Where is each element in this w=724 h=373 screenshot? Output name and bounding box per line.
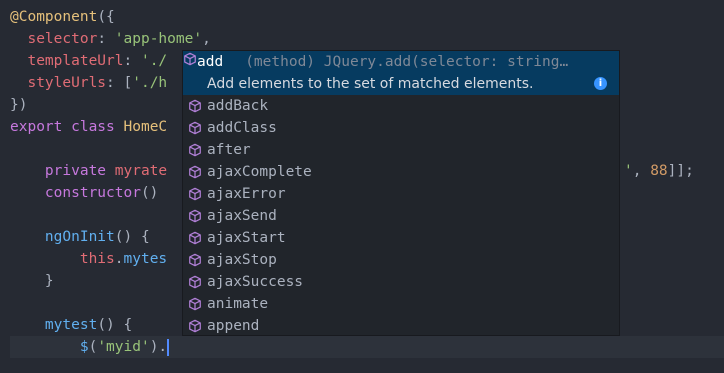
- suggest-list: addBack addClass after ajaxComplete ajaxErro…: [183, 95, 619, 335]
- code-token: mytest: [10, 317, 98, 333]
- code-line-11: ngOnInit() {: [10, 226, 150, 248]
- code-line-8-tail: ', 88]];: [624, 160, 694, 182]
- code-token: () {: [97, 317, 133, 333]
- code-token: class: [62, 119, 115, 135]
- suggest-item-label: addBack: [207, 98, 269, 114]
- method-cube-icon: [183, 231, 207, 245]
- code-token: 88: [650, 163, 668, 179]
- code-token: ': [624, 163, 633, 179]
- suggest-item-label: ajaxSuccess: [207, 274, 304, 290]
- suggest-item-label: ajaxStop: [207, 252, 277, 268]
- suggest-item[interactable]: ajaxStart: [183, 227, 619, 249]
- code-token: }: [10, 273, 54, 289]
- code-token: this: [10, 251, 115, 267]
- code-line-13: }: [10, 270, 54, 292]
- code-line-9: constructor(): [10, 182, 159, 204]
- code-token: ,: [632, 163, 651, 179]
- suggest-item-label: after: [207, 142, 251, 158]
- code-line-1: @Component({: [10, 6, 115, 28]
- code-line-6: export class HomeC: [10, 116, 167, 138]
- code-token: styleUrls: [10, 75, 107, 91]
- code-token: './: [140, 53, 168, 69]
- code-token: :: [97, 31, 115, 47]
- code-line-15: mytest() {: [10, 314, 132, 336]
- suggest-item[interactable]: addClass: [183, 117, 619, 139]
- code-token: : [: [106, 75, 133, 91]
- suggest-item[interactable]: append: [183, 315, 619, 335]
- code-token: export: [10, 119, 63, 135]
- method-cube-icon: [183, 143, 207, 157]
- code-token: mytes: [123, 251, 168, 267]
- suggest-item-detail: (method) JQuery.add(selector: string…: [245, 54, 569, 70]
- code-token: HomeC: [114, 119, 168, 135]
- suggest-item[interactable]: ajaxSuccess: [183, 271, 619, 293]
- code-token: selector: [10, 31, 98, 47]
- code-line-3: templateUrl: './: [10, 50, 167, 72]
- suggest-item[interactable]: ajaxSend: [183, 205, 619, 227]
- code-line-4: styleUrls: ['./h: [10, 72, 167, 94]
- code-line-8: private myrate: [10, 160, 167, 182]
- code-token: templateUrl: [10, 53, 124, 69]
- code-token: 'app-home': [114, 31, 203, 47]
- method-cube-icon: [183, 319, 207, 333]
- method-cube-icon: [183, 297, 207, 311]
- suggest-item-doc: Add elements to the set of matched eleme…: [207, 76, 534, 92]
- suggest-item-label: add: [197, 54, 224, 70]
- code-token: constructor: [10, 185, 141, 201]
- text-cursor: [167, 338, 170, 356]
- suggest-item-label: ajaxError: [207, 186, 286, 202]
- suggest-item-label: ajaxSend: [207, 208, 277, 224]
- method-cube-icon: [183, 253, 207, 267]
- suggest-item-label: animate: [207, 296, 269, 312]
- method-cube-icon: [183, 99, 207, 113]
- suggest-widget[interactable]: add (method) JQuery.add(selector: string…: [182, 50, 620, 336]
- code-token: (: [88, 339, 98, 355]
- code-token: $: [10, 339, 89, 355]
- info-icon[interactable]: i: [594, 77, 607, 90]
- code-token: :: [123, 53, 141, 69]
- code-token: (): [140, 185, 159, 201]
- method-cube-icon: [183, 165, 207, 179]
- suggest-item[interactable]: ajaxError: [183, 183, 619, 205]
- method-cube-icon: [183, 51, 197, 73]
- code-token: './h: [132, 75, 168, 91]
- suggest-item[interactable]: after: [183, 139, 619, 161]
- suggest-item-label: addClass: [207, 120, 277, 136]
- method-cube-icon: [183, 187, 207, 201]
- suggest-item[interactable]: animate: [183, 293, 619, 315]
- suggest-item-label: ajaxStart: [207, 230, 286, 246]
- code-line-2: selector: 'app-home',: [10, 28, 211, 50]
- suggest-item-selected[interactable]: add (method) JQuery.add(selector: string…: [183, 51, 619, 95]
- suggest-item-label: append: [207, 318, 260, 334]
- code-token: 'myid': [97, 339, 150, 355]
- method-cube-icon: [183, 209, 207, 223]
- method-cube-icon: [183, 121, 207, 135]
- code-token: ).: [149, 339, 168, 355]
- code-token: myrate: [106, 163, 168, 179]
- suggest-item[interactable]: ajaxStop: [183, 249, 619, 271]
- code-token: ]];: [667, 163, 694, 179]
- code-line-5: }): [10, 94, 27, 116]
- method-cube-icon: [183, 275, 207, 289]
- suggest-item[interactable]: ajaxComplete: [183, 161, 619, 183]
- suggest-item-label: ajaxComplete: [207, 164, 312, 180]
- code-token: ngOnInit: [10, 229, 115, 245]
- code-token: .: [114, 251, 124, 267]
- code-token: () {: [114, 229, 150, 245]
- code-token: ,: [202, 31, 211, 47]
- code-token: }): [10, 97, 28, 113]
- code-token: ({: [97, 9, 115, 25]
- code-line-12: this.mytes: [10, 248, 167, 270]
- code-token: private: [10, 163, 107, 179]
- code-line-16: $('myid').: [10, 336, 170, 358]
- decorator-token: @Component: [10, 9, 98, 25]
- suggest-item[interactable]: addBack: [183, 95, 619, 117]
